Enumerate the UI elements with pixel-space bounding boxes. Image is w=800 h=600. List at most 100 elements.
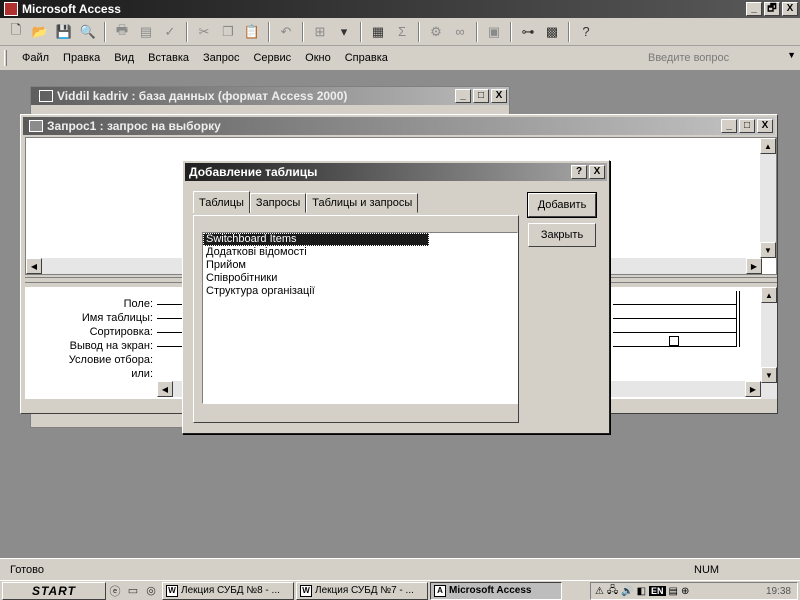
spelling-icon[interactable]: ✓ — [160, 22, 180, 42]
new-file-icon[interactable]: 🗋 — [6, 22, 26, 42]
grid-row-sort-label: Сортировка: — [89, 326, 153, 338]
scroll-down-icon[interactable]: ▼ — [760, 242, 776, 258]
relationships-icon[interactable]: ⊶ — [518, 22, 538, 42]
show-checkbox[interactable] — [669, 336, 679, 346]
menu-item-insert[interactable]: Вставка — [141, 52, 196, 64]
list-item[interactable]: Структура організації — [203, 285, 517, 298]
toolbar-separator — [568, 21, 570, 42]
toolbar-separator — [510, 21, 512, 42]
tray-icon[interactable]: ⚠ — [595, 586, 604, 597]
cut-icon[interactable]: ✂ — [194, 22, 214, 42]
tab-queries[interactable]: Запросы — [249, 193, 307, 213]
query-minimize-button[interactable]: _ — [721, 119, 737, 133]
menu-item-edit[interactable]: Правка — [56, 52, 107, 64]
database-window-controls: _ □ X — [455, 89, 507, 103]
tray-icon[interactable]: ▤ — [669, 586, 678, 597]
minimize-button[interactable]: _ — [746, 2, 762, 16]
start-button[interactable]: START — [2, 581, 106, 600]
menu-item-tools[interactable]: Сервис — [246, 52, 298, 64]
task-button-word-7[interactable]: W Лекция СУБД №7 - ... — [296, 581, 428, 600]
open-folder-icon[interactable]: 📂 — [30, 22, 50, 42]
design-grid-vscroll[interactable]: ▲ ▼ — [761, 287, 777, 399]
access-logo-icon — [4, 2, 18, 16]
menu-item-help[interactable]: Справка — [338, 52, 395, 64]
grid-scroll-down-icon[interactable]: ▼ — [761, 367, 777, 383]
paste-icon[interactable]: 📋 — [242, 22, 262, 42]
help-button[interactable]: ? — [571, 165, 587, 179]
media-icon[interactable]: ◎ — [142, 583, 160, 599]
list-item[interactable]: Switchboard Items — [203, 233, 429, 246]
tab-tables-and-queries[interactable]: Таблицы и запросы — [306, 193, 419, 213]
menu-item-view[interactable]: Вид — [107, 52, 141, 64]
word-icon: W — [166, 584, 178, 597]
tray-icon[interactable]: ◧ — [637, 586, 646, 597]
volume-icon[interactable]: 🔊 — [621, 586, 633, 597]
query-type-icon[interactable]: ⊞ — [310, 22, 330, 42]
toolbar-separator — [418, 21, 420, 42]
add-button[interactable]: Добавить — [527, 192, 597, 218]
list-item[interactable]: Прийом — [203, 259, 517, 272]
tab-tables[interactable]: Таблицы — [193, 191, 250, 213]
menu-item-file[interactable]: Файл — [15, 52, 56, 64]
grid-cell[interactable] — [613, 291, 737, 305]
word-icon: W — [300, 584, 312, 597]
grid-row-table-label: Имя таблицы: — [81, 312, 153, 324]
table-pane-vscroll[interactable]: ▲ ▼ — [760, 138, 776, 258]
help-question-input[interactable]: Введите вопрос ▼ — [644, 50, 796, 66]
dialog-close-button[interactable]: X — [589, 165, 605, 179]
task-button-access[interactable]: A Microsoft Access — [430, 581, 562, 600]
ie-icon[interactable]: ⓔ — [106, 583, 124, 599]
grid-cell[interactable] — [613, 305, 737, 319]
scroll-right-icon[interactable]: ▶ — [746, 258, 762, 274]
db-close-button[interactable]: X — [491, 89, 507, 103]
print-preview-icon[interactable]: 🔍 — [78, 22, 98, 42]
show-table-icon[interactable]: ▦ — [368, 22, 388, 42]
help-icon[interactable]: ? — [576, 22, 596, 42]
close-button[interactable]: X — [782, 2, 798, 16]
language-indicator[interactable]: EN — [649, 586, 666, 596]
toolbar-separator — [360, 21, 362, 42]
build-icon[interactable]: ∞ — [450, 22, 470, 42]
grid-scroll-left-icon[interactable]: ◀ — [157, 381, 173, 397]
query-maximize-button[interactable]: □ — [739, 119, 755, 133]
properties-icon[interactable]: ⚙ — [426, 22, 446, 42]
totals-icon[interactable]: Σ — [392, 22, 412, 42]
scroll-up-icon[interactable]: ▲ — [760, 138, 776, 154]
database-window-title: Viddil kadriv : база данных (формат Acce… — [57, 89, 348, 103]
table-list[interactable]: Switchboard Items Додаткові відомості Пр… — [202, 232, 518, 404]
grid-scroll-up-icon[interactable]: ▲ — [761, 287, 777, 303]
scroll-left-icon[interactable]: ◀ — [26, 258, 42, 274]
app-title-bar: Microsoft Access _ 🗗 X — [0, 0, 800, 18]
preview-icon[interactable]: ▤ — [136, 22, 156, 42]
list-item[interactable]: Додаткові відомості — [203, 246, 517, 259]
menu-item-query[interactable]: Запрос — [196, 52, 246, 64]
grid-cell[interactable] — [613, 319, 737, 333]
run-icon[interactable]: ▾ — [334, 22, 354, 42]
restore-button[interactable]: 🗗 — [764, 2, 780, 16]
num-lock-indicator: NUM — [694, 563, 720, 576]
save-icon[interactable]: 💾 — [54, 22, 74, 42]
status-bar: Готово NUM — [0, 558, 800, 580]
print-icon[interactable]: 🖶 — [112, 22, 132, 42]
desktop-icon[interactable]: ▭ — [124, 583, 142, 599]
close-dialog-button[interactable]: Закрыть — [528, 223, 596, 247]
copy-icon[interactable]: ❐ — [218, 22, 238, 42]
tray-icon[interactable]: ⊕ — [681, 586, 689, 597]
query-icon — [29, 120, 43, 132]
network-icon[interactable]: 🖧 — [607, 583, 618, 600]
toolbar-separator — [186, 21, 188, 42]
db-maximize-button[interactable]: □ — [473, 89, 489, 103]
task-button-word-8[interactable]: W Лекция СУБД №8 - ... — [162, 581, 294, 600]
query-close-button[interactable]: X — [757, 119, 773, 133]
new-object-icon[interactable]: ▩ — [542, 22, 562, 42]
menu-item-window[interactable]: Окно — [298, 52, 338, 64]
grid-row-or-label: или: — [131, 368, 153, 380]
database-window-icon[interactable]: ▣ — [484, 22, 504, 42]
grid-scroll-right-icon[interactable]: ▶ — [745, 381, 761, 397]
list-item[interactable]: Співробітники — [203, 272, 517, 285]
app-chrome: 🗋 📂 💾 🔍 🖶 ▤ ✓ ✂ ❐ 📋 ↶ ⊞ ▾ ▦ Σ ⚙ ∞ ▣ ⊶ ▩ … — [0, 18, 800, 70]
query-window-title-bar: Запрос1 : запрос на выборку _ □ X — [23, 117, 775, 135]
undo-icon[interactable]: ↶ — [276, 22, 296, 42]
chevron-down-icon[interactable]: ▼ — [787, 50, 796, 60]
db-minimize-button[interactable]: _ — [455, 89, 471, 103]
